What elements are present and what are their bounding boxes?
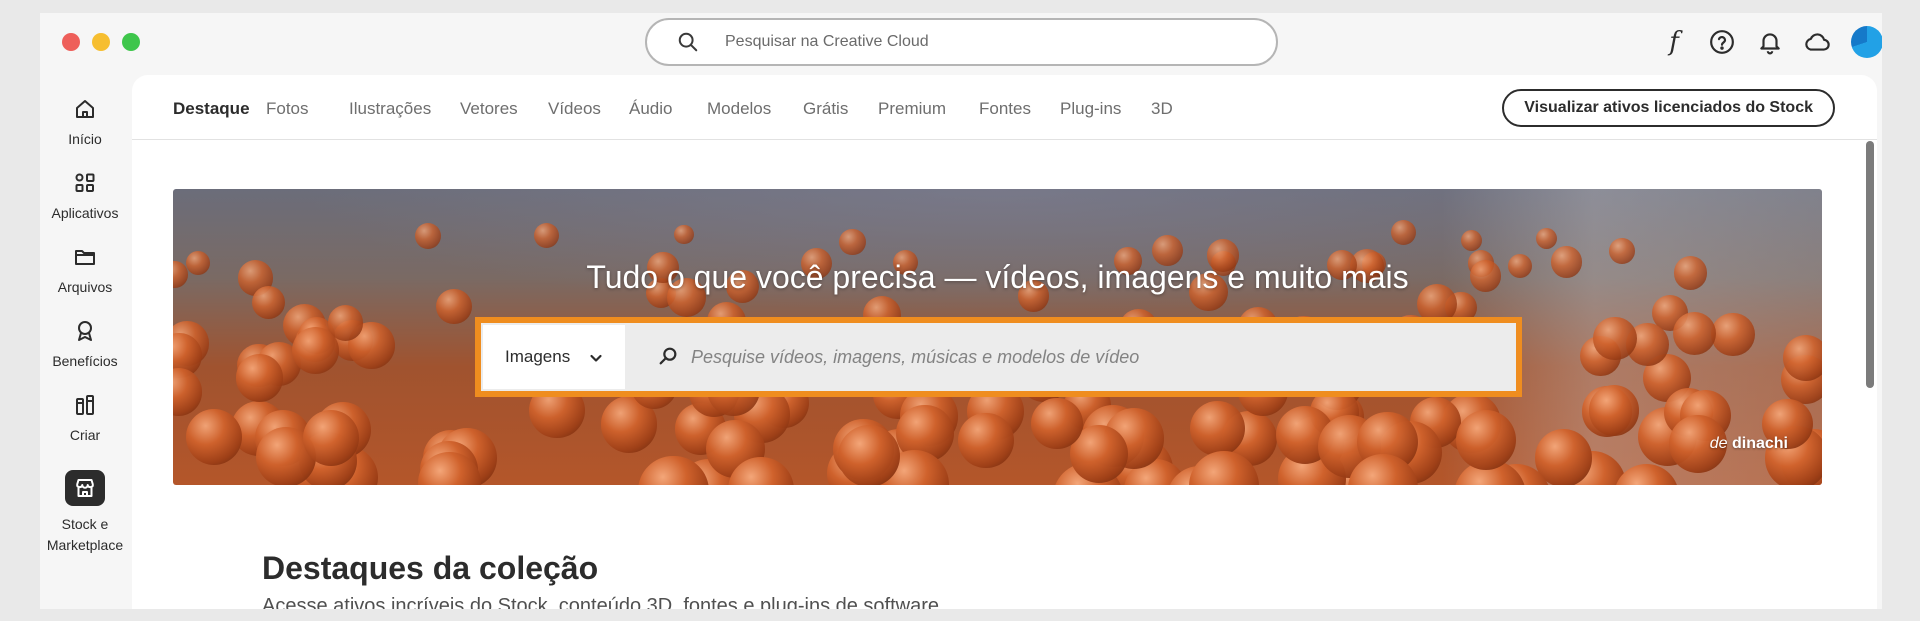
- sphere-shape: [303, 409, 359, 466]
- hero-banner: Tudo o que você precisa — vídeos, imagen…: [173, 189, 1822, 485]
- tab-3d[interactable]: 3D: [1151, 99, 1173, 119]
- tab-audio[interactable]: Áudio: [629, 99, 672, 119]
- tab-premium[interactable]: Premium: [878, 99, 946, 119]
- sphere-shape: [839, 228, 867, 256]
- help-icon[interactable]: [1707, 27, 1737, 57]
- cloud-icon[interactable]: [1802, 27, 1832, 57]
- sidebar-item-criar[interactable]: Criar: [40, 393, 130, 446]
- tab-modelos[interactable]: Modelos: [707, 99, 771, 119]
- sphere-shape: [674, 224, 694, 245]
- stock-search-input[interactable]: [691, 325, 1511, 389]
- view-licensed-assets-button[interactable]: Visualizar ativos licenciados do Stock: [1502, 89, 1835, 127]
- fonts-icon[interactable]: f: [1659, 27, 1689, 57]
- avatar[interactable]: [1851, 26, 1882, 58]
- sphere-shape: [414, 222, 441, 249]
- folder-icon: [75, 250, 95, 265]
- sidebar-item-label: Stock e Marketplace: [46, 516, 124, 553]
- section-subtitle: Acesse ativos incríveis do Stock, conteú…: [262, 595, 940, 609]
- sidebar-item-aplicativos[interactable]: Aplicativos: [40, 171, 130, 224]
- category-tabs: Destaque Fotos Ilustrações Vetores Vídeo…: [132, 75, 1877, 140]
- sphere-shape: [958, 412, 1014, 469]
- maximize-window-button[interactable]: [122, 33, 140, 51]
- tab-plug-ins[interactable]: Plug-ins: [1060, 99, 1121, 119]
- sphere-shape: [838, 425, 901, 485]
- tab-ilustracoes[interactable]: Ilustrações: [349, 99, 431, 119]
- scrollbar-thumb[interactable]: [1866, 141, 1874, 388]
- hero-title: Tudo o que você precisa — vídeos, imagen…: [586, 259, 1409, 295]
- credit-prefix: de: [1709, 435, 1728, 452]
- store-icon: [76, 479, 94, 497]
- title-bar: Pesquisar na Creative Cloud f: [40, 13, 1882, 69]
- sphere-shape: [1672, 311, 1716, 355]
- sphere-shape: [185, 409, 242, 466]
- tab-videos[interactable]: Vídeos: [548, 99, 601, 119]
- sidebar-item-inicio[interactable]: Início: [40, 97, 130, 150]
- sphere-shape: [1455, 409, 1516, 470]
- sphere-shape: [1593, 316, 1637, 361]
- asset-type-dropdown[interactable]: Imagens: [483, 325, 625, 389]
- global-search-input[interactable]: Pesquisar na Creative Cloud: [645, 18, 1278, 66]
- tab-fotos[interactable]: Fotos: [266, 99, 309, 119]
- sidebar-item-stock-marketplace[interactable]: Stock e Marketplace: [40, 470, 130, 556]
- global-search-placeholder: Pesquisar na Creative Cloud: [725, 33, 929, 50]
- chevron-down-icon: [590, 354, 602, 362]
- sphere-shape: [1535, 227, 1558, 249]
- create-icon: [76, 395, 94, 415]
- sphere-shape: [1711, 312, 1755, 357]
- tab-vetores[interactable]: Vetores: [460, 99, 518, 119]
- sidebar-item-label: Início: [68, 131, 102, 147]
- minimize-window-button[interactable]: [92, 33, 110, 51]
- tab-destaque[interactable]: Destaque: [173, 99, 250, 119]
- credit-author[interactable]: dinachi: [1732, 435, 1788, 452]
- sphere-shape: [534, 222, 560, 249]
- award-icon: [78, 321, 92, 341]
- search-icon: [659, 347, 677, 365]
- sphere-shape: [1031, 397, 1083, 450]
- sphere-shape: [1391, 219, 1417, 246]
- tab-fontes[interactable]: Fontes: [979, 99, 1031, 119]
- tab-gratis[interactable]: Grátis: [803, 99, 848, 119]
- home-icon: [76, 100, 94, 118]
- sidebar-item-beneficios[interactable]: Benefícios: [40, 319, 130, 372]
- sphere-shape: [1589, 385, 1640, 436]
- sidebar-item-label: Aplicativos: [51, 205, 119, 221]
- sidebar-item-label: Benefícios: [52, 353, 118, 369]
- app-window: Pesquisar na Creative Cloud f Início Apl…: [40, 13, 1882, 609]
- sphere-shape: [1783, 334, 1822, 381]
- active-indicator: [65, 470, 105, 506]
- bell-icon[interactable]: [1755, 27, 1785, 57]
- scrollbar[interactable]: [1863, 140, 1877, 609]
- image-credit: de dinachi: [1710, 435, 1788, 453]
- sidebar-item-arquivos[interactable]: Arquivos: [40, 245, 130, 298]
- sidebar-item-label: Arquivos: [57, 279, 113, 295]
- close-window-button[interactable]: [62, 33, 80, 51]
- stock-search-bar: Imagens: [475, 317, 1522, 397]
- sidebar-item-label: Criar: [69, 427, 101, 443]
- section-title: Destaques da coleção: [262, 550, 599, 586]
- sphere-shape: [235, 354, 284, 402]
- apps-icon: [75, 173, 95, 192]
- sphere-shape: [173, 368, 203, 416]
- sphere-shape: [328, 305, 364, 341]
- main-panel: Destaque Fotos Ilustrações Vetores Vídeo…: [132, 75, 1877, 609]
- search-icon: [678, 32, 698, 52]
- sphere-shape: [1190, 400, 1246, 456]
- asset-type-value: Imagens: [505, 347, 571, 366]
